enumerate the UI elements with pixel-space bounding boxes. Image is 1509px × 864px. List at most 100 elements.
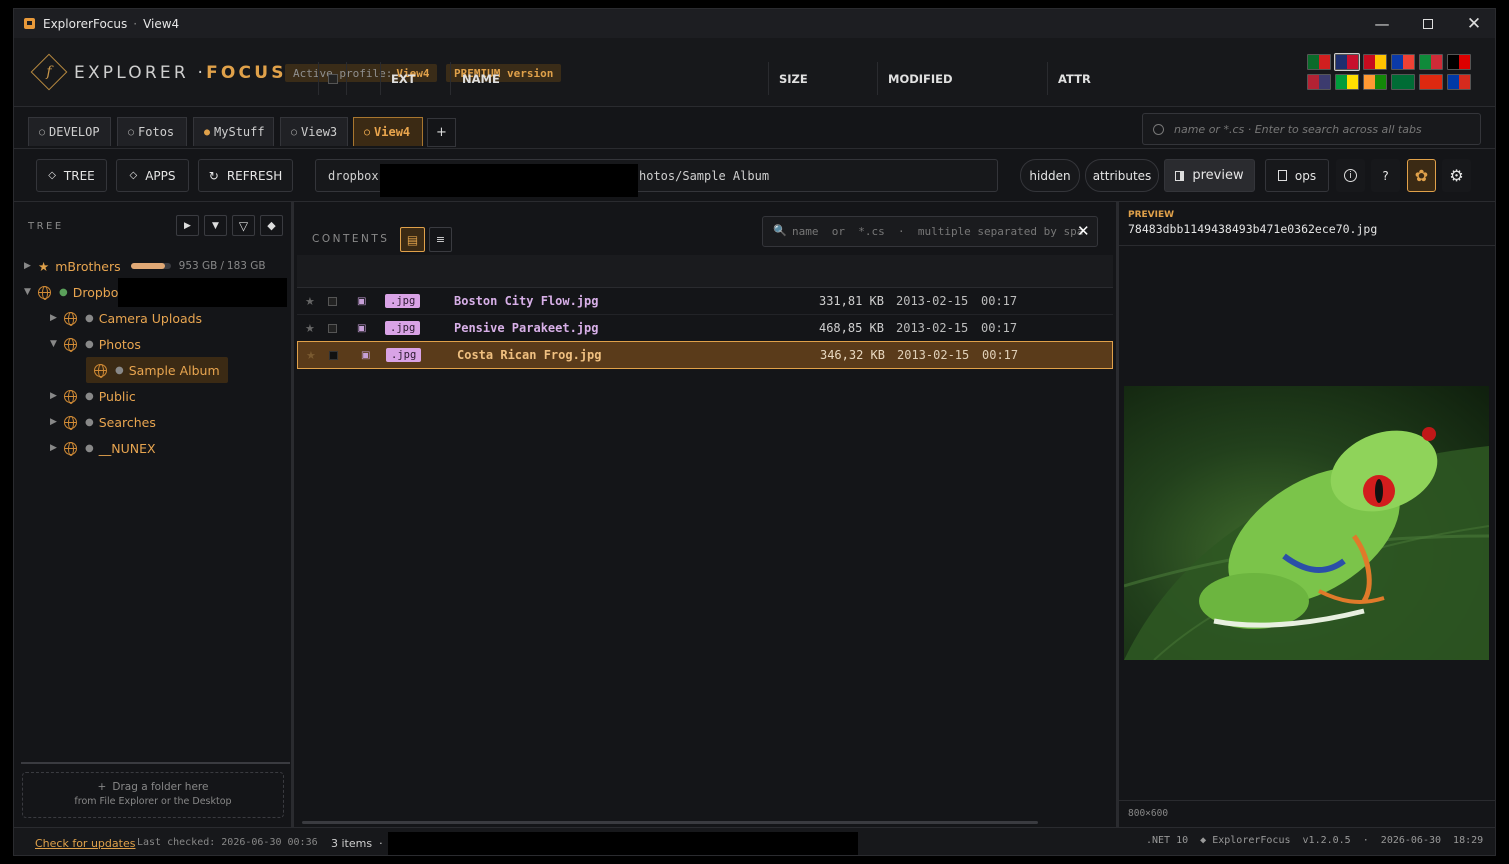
info-button[interactable]: i bbox=[1336, 159, 1365, 192]
preview-label: PREVIEW bbox=[1128, 210, 1175, 220]
flag-china-icon[interactable] bbox=[1419, 74, 1443, 90]
flag-usa-icon[interactable] bbox=[1307, 74, 1331, 90]
help-button[interactable]: ? bbox=[1371, 159, 1400, 192]
tree-item-camera-uploads[interactable]: ▶ ● Camera Uploads bbox=[50, 307, 202, 329]
file-name: Costa Rican Frog.jpg bbox=[457, 348, 602, 362]
drop-zone[interactable]: + Drag a folder here from File Explorer o… bbox=[22, 772, 284, 818]
favorite-star-icon[interactable]: ★ bbox=[305, 288, 315, 314]
tree-item-searches[interactable]: ▶ ● Searches bbox=[50, 411, 156, 433]
flag-brazil-icon[interactable] bbox=[1335, 74, 1359, 90]
apps-button[interactable]: ◇ APPS bbox=[116, 159, 189, 192]
favorite-star-icon[interactable]: ★ bbox=[305, 315, 315, 341]
logo-text: EXPLORER ·FOCUS bbox=[74, 63, 287, 83]
drop-zone-subtitle: from File Explorer or the Desktop bbox=[74, 796, 232, 807]
flag-spain-icon[interactable] bbox=[1363, 54, 1387, 70]
tree-item-label: Dropbo bbox=[72, 284, 119, 300]
column-ext[interactable]: EXT bbox=[381, 62, 451, 95]
info-icon: i bbox=[1344, 169, 1357, 182]
tab-mystuff[interactable]: ● MyStuff bbox=[193, 117, 274, 146]
ext-badge: .jpg bbox=[385, 288, 421, 314]
diamond-icon: ◇ bbox=[129, 170, 138, 181]
column-name[interactable]: NAME bbox=[451, 62, 769, 95]
flag-india-icon[interactable] bbox=[1363, 74, 1387, 90]
drop-zone-title-text: Drag a folder here bbox=[112, 781, 209, 793]
check-updates-link[interactable]: Check for updates bbox=[35, 837, 135, 850]
content-filter-input[interactable]: 🔍 name or *.cs · multiple separated by s… bbox=[762, 216, 1098, 247]
frog-illustration bbox=[1124, 427, 1489, 660]
tree-item-sample-album[interactable]: ● Sample Album bbox=[86, 357, 228, 383]
global-search-input[interactable]: name or *.cs · Enter to search across al… bbox=[1142, 113, 1481, 145]
tree-item-photos[interactable]: ▼ ● Photos bbox=[50, 333, 141, 355]
favorite-star-icon[interactable]: ★ bbox=[306, 342, 316, 368]
tabs-bar: ○ DEVELOP ○ Fotos ● MyStuff ○ View3 ○ View4 +… bbox=[14, 107, 1495, 149]
row-checkbox[interactable] bbox=[328, 288, 337, 314]
contents-pane-title: CONTENTS bbox=[312, 233, 390, 245]
flag-saudi-icon[interactable] bbox=[1391, 74, 1415, 90]
flag-germany-icon[interactable] bbox=[1447, 54, 1471, 70]
file-size: 468,85 KB bbox=[818, 321, 884, 335]
star-icon: ★ bbox=[38, 258, 50, 274]
attributes-toggle[interactable]: attributes bbox=[1085, 159, 1159, 192]
close-window-button[interactable]: ✕ bbox=[1451, 9, 1495, 38]
disk-used: 953 GB bbox=[178, 260, 218, 272]
add-tab-button[interactable]: + bbox=[427, 118, 456, 147]
details-view-button[interactable]: ▤ bbox=[400, 227, 425, 252]
file-row-selected[interactable]: ★ ▣ .jpg Costa Rican Frog.jpg 346,32 KB … bbox=[297, 341, 1113, 369]
tab-develop[interactable]: ○ DEVELOP bbox=[28, 117, 111, 146]
document-icon bbox=[1277, 170, 1287, 181]
preview-toggle[interactable]: preview bbox=[1164, 159, 1255, 192]
file-row[interactable]: ★ ▣ .jpg Pensive Parakeet.jpg 468,85 KB … bbox=[297, 315, 1113, 342]
flag-france-icon[interactable] bbox=[1391, 54, 1415, 70]
file-row[interactable]: ★ ▣ .jpg Boston City Flow.jpg 331,81 KB … bbox=[297, 288, 1113, 315]
path-bar[interactable]: dropbox hotos/Sample Album bbox=[315, 159, 998, 197]
ops-button[interactable]: ops bbox=[1265, 159, 1329, 192]
tree-button-label: TREE bbox=[63, 168, 95, 183]
ext-badge-text: .jpg bbox=[386, 348, 422, 362]
status-dot: ● bbox=[85, 442, 94, 454]
flag-russia-icon[interactable] bbox=[1447, 74, 1471, 90]
file-name: Pensive Parakeet.jpg bbox=[454, 321, 599, 335]
tree-button[interactable]: ◇ TREE bbox=[36, 159, 107, 192]
tab-label: View3 bbox=[301, 125, 338, 139]
disk-usage-fill bbox=[130, 263, 165, 269]
flag-portugal-icon[interactable] bbox=[1307, 54, 1331, 70]
tab-status-dot: ○ bbox=[291, 126, 298, 138]
tree-item-dropbox[interactable]: ▼ ● Dropbo bbox=[24, 281, 118, 303]
flag-uk-icon[interactable] bbox=[1334, 53, 1360, 71]
clear-filter-icon[interactable]: ✕ bbox=[1077, 222, 1090, 240]
tree-item-public[interactable]: ▶ ● Public bbox=[50, 385, 136, 407]
row-checkbox[interactable] bbox=[329, 342, 338, 368]
row-checkbox[interactable] bbox=[328, 315, 337, 341]
horizontal-scrollbar[interactable] bbox=[302, 821, 1038, 824]
column-attr[interactable]: ATTR bbox=[1048, 62, 1113, 95]
collapse-tree-button[interactable]: ▼ bbox=[204, 215, 227, 236]
tab-view4[interactable]: ○ View4 bbox=[353, 117, 423, 146]
column-modified[interactable]: MODIFIED bbox=[878, 62, 1048, 95]
tree-item-nunex[interactable]: ▶ ● __NUNEX bbox=[50, 437, 156, 459]
compact-view-button[interactable]: ≡ bbox=[429, 227, 452, 252]
refresh-button[interactable]: ↻ REFRESH bbox=[198, 159, 293, 192]
tree-item-mbrothers[interactable]: ▶ ★ mBrothers 953 GB / 183 GB bbox=[24, 255, 266, 277]
checkbox-icon bbox=[328, 296, 337, 306]
tab-fotos[interactable]: ○ Fotos bbox=[117, 117, 187, 146]
tree-pane-title: TREE bbox=[28, 221, 64, 232]
expand-tree-button[interactable]: ▶ bbox=[176, 215, 199, 236]
ext-badge-text: .jpg bbox=[385, 321, 421, 335]
hidden-toggle[interactable]: hidden bbox=[1020, 159, 1080, 192]
redacted-tree-label bbox=[118, 278, 287, 307]
minimize-button[interactable]: — bbox=[1359, 9, 1405, 38]
column-size[interactable]: SIZE bbox=[769, 62, 878, 95]
search-icon: 🔍 bbox=[773, 224, 787, 237]
checkbox-icon bbox=[327, 73, 338, 84]
filter-tree-button[interactable]: ▽ bbox=[232, 215, 255, 236]
maximize-button[interactable] bbox=[1405, 9, 1451, 38]
settings-button[interactable]: ⚙ bbox=[1442, 159, 1471, 192]
pin-tree-button[interactable]: ◆ bbox=[260, 215, 283, 236]
tab-view3[interactable]: ○ View3 bbox=[280, 117, 348, 146]
tree-splitter[interactable] bbox=[21, 762, 290, 764]
accent-settings-button[interactable]: ✿ bbox=[1407, 159, 1436, 192]
window-title-app: ExplorerFocus bbox=[43, 16, 128, 31]
select-all-checkbox[interactable] bbox=[319, 62, 347, 95]
flag-italy-icon[interactable] bbox=[1419, 54, 1443, 70]
lines-icon: ≡ bbox=[435, 233, 446, 246]
